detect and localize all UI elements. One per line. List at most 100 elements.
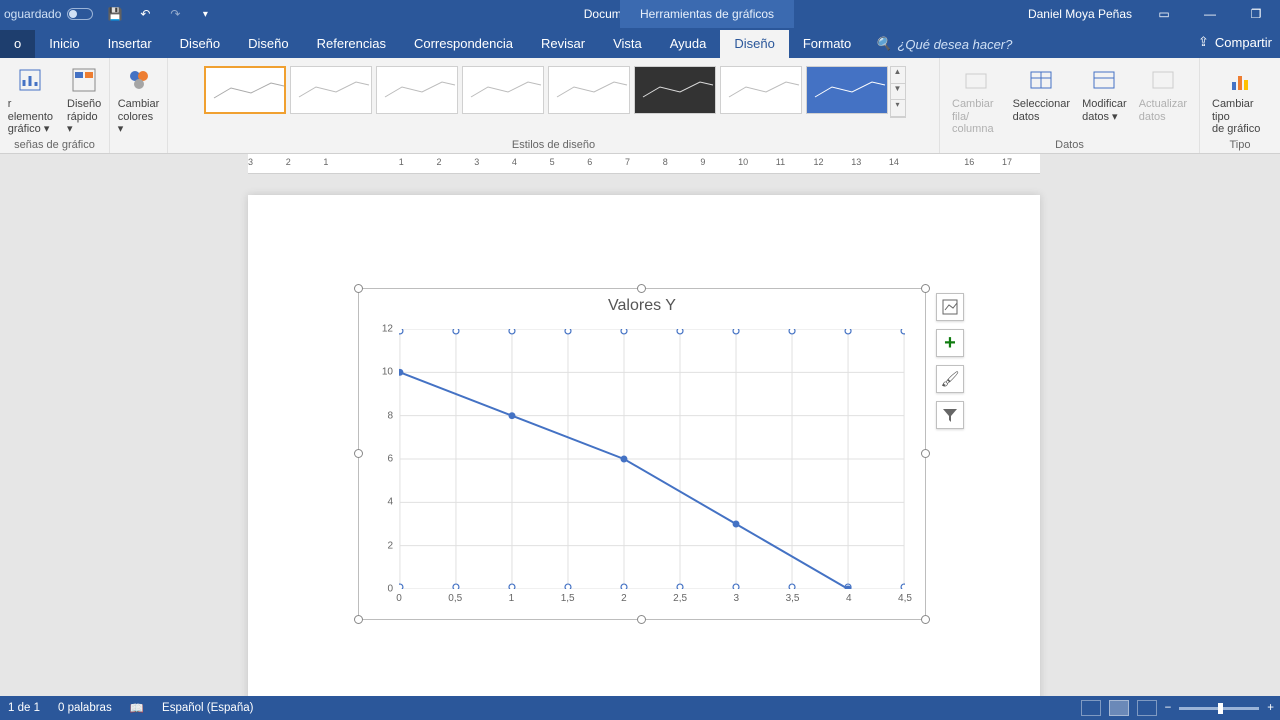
- selection-handle-icon[interactable]: [354, 284, 363, 293]
- selection-handle-icon[interactable]: [637, 284, 646, 293]
- selection-handle-icon[interactable]: [637, 615, 646, 624]
- style-thumb-1[interactable]: [204, 66, 286, 114]
- scroll-up-icon[interactable]: ▲: [891, 67, 905, 84]
- x-axis-tick: 0: [396, 589, 402, 604]
- tab-chart-design[interactable]: Diseño: [720, 30, 788, 58]
- add-chart-element-button[interactable]: r elemento gráfico ▾: [4, 62, 57, 138]
- selection-handle-icon[interactable]: [921, 615, 930, 624]
- selection-handle-icon[interactable]: [921, 449, 930, 458]
- ruler-label: 6: [587, 157, 592, 167]
- scroll-down-icon[interactable]: ▼: [891, 84, 905, 101]
- group-change-colors: Cambiar colores ▾: [110, 58, 168, 153]
- chart-side-buttons: + 🖌: [936, 293, 964, 429]
- tab-vista[interactable]: Vista: [599, 30, 656, 58]
- style-thumb-4[interactable]: [462, 66, 544, 114]
- quick-access-toolbar: 💾 ↶ ↷ ▾: [107, 6, 213, 22]
- language-status[interactable]: Español (España): [162, 702, 253, 714]
- style-thumb-2[interactable]: [290, 66, 372, 114]
- chart-svg: [399, 329, 905, 589]
- word-count[interactable]: 0 palabras: [58, 702, 112, 714]
- search-placeholder: ¿Qué desea hacer?: [897, 37, 1012, 52]
- ruler-label: 2: [437, 157, 442, 167]
- save-icon[interactable]: 💾: [107, 6, 123, 22]
- chart-filters-button[interactable]: [936, 401, 964, 429]
- read-mode-icon[interactable]: [1081, 700, 1101, 716]
- gallery-expand-icon[interactable]: ▾: [891, 100, 905, 117]
- chart-styles-gallery[interactable]: [202, 62, 890, 118]
- edit-data-button[interactable]: Modificar datos ▾: [1078, 62, 1131, 138]
- chart-object[interactable]: Valores Y 02468101200,511,522,533,544,5: [358, 288, 926, 620]
- select-data-button[interactable]: Seleccionar datos: [1009, 62, 1074, 138]
- print-layout-icon[interactable]: [1109, 700, 1129, 716]
- tab-chart-format[interactable]: Formato: [789, 30, 865, 58]
- toggle-switch-icon[interactable]: [67, 8, 93, 20]
- group-label-layouts: señas de gráfico: [0, 139, 109, 151]
- selection-handle-icon[interactable]: [921, 284, 930, 293]
- y-axis-tick: 12: [382, 324, 399, 335]
- title-bar: oguardado 💾 ↶ ↷ ▾ Documento1 - Word Herr…: [0, 0, 1280, 28]
- colors-icon: [123, 64, 155, 96]
- chart-plot-area[interactable]: 02468101200,511,522,533,544,5: [399, 329, 905, 589]
- tab-referencias[interactable]: Referencias: [303, 30, 400, 58]
- style-thumb-8[interactable]: [806, 66, 888, 114]
- ruler-label: 2: [286, 157, 291, 167]
- switch-row-column-button: Cambiar fila/ columna: [948, 62, 1005, 138]
- tab-insertar[interactable]: Insertar: [94, 30, 166, 58]
- zoom-in-icon[interactable]: +: [1267, 702, 1274, 714]
- group-label-styles: Estilos de diseño: [168, 139, 939, 151]
- ribbon-display-icon[interactable]: ▭: [1150, 7, 1178, 21]
- share-icon: ⇪: [1198, 34, 1209, 50]
- ruler-label: 12: [814, 157, 824, 167]
- tab-revisar[interactable]: Revisar: [527, 30, 599, 58]
- share-button[interactable]: ⇪ Compartir: [1198, 34, 1272, 50]
- change-chart-type-button[interactable]: Cambiar tipo de gráfico: [1208, 62, 1272, 138]
- selection-handle-icon[interactable]: [354, 449, 363, 458]
- gallery-scroll[interactable]: ▲ ▼ ▾: [890, 66, 906, 118]
- tab-disenyo-page[interactable]: Diseño: [166, 30, 234, 58]
- ribbon-tabs: o Inicio Insertar Diseño Diseño Referenc…: [0, 28, 1280, 58]
- web-layout-icon[interactable]: [1137, 700, 1157, 716]
- ruler-label: 16: [964, 157, 974, 167]
- minimize-icon[interactable]: —: [1196, 7, 1224, 21]
- chart-layout-options-button[interactable]: [936, 293, 964, 321]
- ruler-label: 13: [851, 157, 861, 167]
- tab-archivo[interactable]: o: [0, 30, 35, 58]
- customize-qat-icon[interactable]: ▾: [197, 6, 213, 22]
- ruler-label: 3: [474, 157, 479, 167]
- ruler-label: 10: [738, 157, 748, 167]
- refresh-data-button: Actualizar datos: [1135, 62, 1191, 138]
- style-thumb-5[interactable]: [548, 66, 630, 114]
- style-thumb-6[interactable]: [634, 66, 716, 114]
- chart-elements-button[interactable]: +: [936, 329, 964, 357]
- page: Valores Y 02468101200,511,522,533,544,5 …: [248, 195, 1040, 696]
- style-thumb-3[interactable]: [376, 66, 458, 114]
- tell-me-search[interactable]: 🔍 ¿Qué desea hacer?: [865, 30, 1022, 58]
- tab-correspondencia[interactable]: Correspondencia: [400, 30, 527, 58]
- spellcheck-icon[interactable]: 📖: [130, 701, 144, 715]
- x-axis-tick: 2,5: [673, 589, 687, 604]
- style-thumb-7[interactable]: [720, 66, 802, 114]
- tab-ayuda[interactable]: Ayuda: [656, 30, 721, 58]
- page-count[interactable]: 1 de 1: [8, 702, 40, 714]
- chart-styles-button[interactable]: 🖌: [936, 365, 964, 393]
- y-axis-tick: 8: [387, 410, 399, 421]
- autosave-toggle[interactable]: oguardado: [0, 7, 93, 21]
- edit-data-icon: [1088, 64, 1120, 96]
- tab-disenyo-layout[interactable]: Diseño: [234, 30, 302, 58]
- ruler-label: 1: [399, 157, 404, 167]
- horizontal-ruler[interactable]: 32112345678910111213141617: [248, 154, 1040, 174]
- switch-icon: [960, 64, 992, 96]
- group-label-type: Tipo: [1200, 139, 1280, 151]
- zoom-slider[interactable]: [1179, 707, 1259, 710]
- status-bar: 1 de 1 0 palabras 📖 Español (España) − +: [0, 696, 1280, 720]
- zoom-out-icon[interactable]: −: [1165, 702, 1172, 714]
- change-colors-button[interactable]: Cambiar colores ▾: [114, 62, 164, 138]
- restore-icon[interactable]: ❐: [1242, 7, 1270, 21]
- group-data: Cambiar fila/ columna Seleccionar datos …: [940, 58, 1200, 153]
- undo-icon[interactable]: ↶: [137, 6, 153, 22]
- quick-layout-button[interactable]: Diseño rápido ▾: [63, 62, 105, 138]
- tab-inicio[interactable]: Inicio: [35, 30, 93, 58]
- selection-handle-icon[interactable]: [354, 615, 363, 624]
- group-chart-styles: ▲ ▼ ▾ Estilos de diseño: [168, 58, 940, 153]
- redo-icon[interactable]: ↷: [167, 6, 183, 22]
